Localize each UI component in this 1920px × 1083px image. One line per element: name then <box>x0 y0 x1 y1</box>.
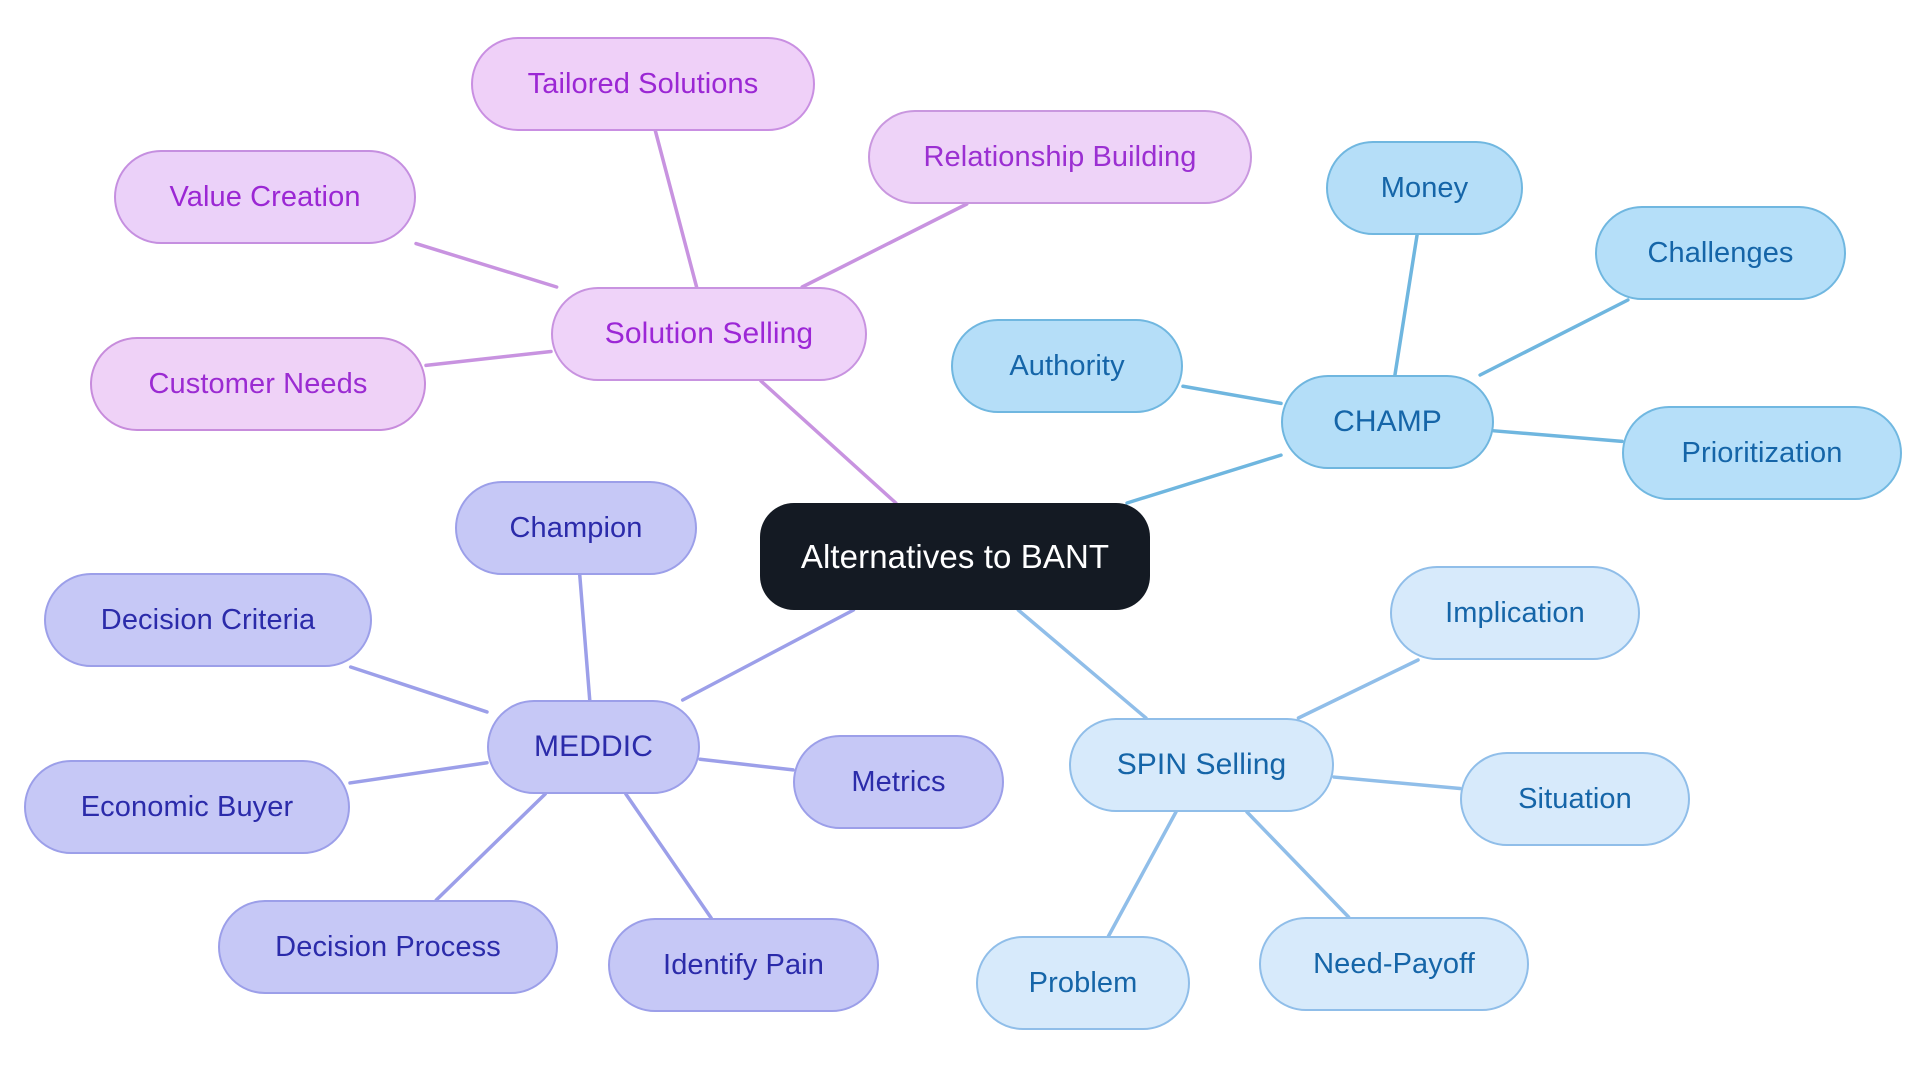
connector-solution-selling-to-relationship-building <box>800 202 969 289</box>
node-label: Customer Needs <box>148 367 368 400</box>
node-label: Solution Selling <box>604 317 814 350</box>
connector-spin-selling-to-problem <box>1106 810 1178 938</box>
node-label: Tailored Solutions <box>527 67 759 100</box>
node-label: MEDDIC <box>534 730 653 763</box>
node-label: Economic Buyer <box>80 790 294 823</box>
node-label: CHAMP <box>1333 405 1442 438</box>
connector-meddic-to-metrics <box>698 757 795 772</box>
connector-solution-selling-to-customer-needs <box>424 349 553 368</box>
mindmap-node-economic-buyer[interactable]: Economic Buyer <box>24 760 350 854</box>
node-label: Champion <box>509 511 643 544</box>
mindmap-node-need-payoff[interactable]: Need-Payoff <box>1259 917 1529 1011</box>
mindmap-node-spin-selling[interactable]: SPIN Selling <box>1069 718 1334 812</box>
node-label: Relationship Building <box>923 140 1197 173</box>
mindmap-node-authority[interactable]: Authority <box>951 319 1183 413</box>
node-label: Decision Process <box>275 930 501 963</box>
mindmap-node-problem[interactable]: Problem <box>976 936 1190 1030</box>
mindmap-node-value-creation[interactable]: Value Creation <box>114 150 416 244</box>
connector-meddic-to-decision-process <box>434 792 547 902</box>
mindmap-node-metrics[interactable]: Metrics <box>793 735 1004 829</box>
node-label: Value Creation <box>169 180 361 213</box>
mindmap-node-tailored-solutions[interactable]: Tailored Solutions <box>471 37 815 131</box>
node-label: Need-Payoff <box>1313 947 1475 980</box>
connector-spin-selling-to-implication <box>1296 658 1420 720</box>
mindmap-node-implication[interactable]: Implication <box>1390 566 1640 660</box>
node-label: SPIN Selling <box>1116 748 1287 781</box>
connector-meddic-to-decision-criteria <box>348 665 489 714</box>
node-label: Challenges <box>1647 236 1794 269</box>
connector-meddic-to-economic-buyer <box>348 760 489 785</box>
node-label: Situation <box>1518 782 1632 815</box>
mindmap-node-customer-needs[interactable]: Customer Needs <box>90 337 426 431</box>
connector-meddic-to-champion <box>578 573 592 702</box>
node-label: Problem <box>1028 966 1138 999</box>
mindmap-node-champion[interactable]: Champion <box>455 481 697 575</box>
connector-spin-selling-to-need-payoff <box>1245 810 1351 919</box>
mindmap-node-root[interactable]: Alternatives to BANT <box>760 503 1150 610</box>
connector-solution-selling-to-tailored-solutions <box>653 129 699 289</box>
connector-champ-to-money <box>1393 233 1419 377</box>
connector-root-to-spin-selling <box>1016 608 1148 720</box>
connector-meddic-to-identify-pain <box>624 792 713 920</box>
mindmap-node-decision-criteria[interactable]: Decision Criteria <box>44 573 372 667</box>
mindmap-node-identify-pain[interactable]: Identify Pain <box>608 918 879 1012</box>
connector-spin-selling-to-situation <box>1332 775 1462 791</box>
mindmap-node-money[interactable]: Money <box>1326 141 1523 235</box>
connector-solution-selling-to-value-creation <box>414 241 559 289</box>
node-label: Authority <box>1009 349 1125 382</box>
node-label: Metrics <box>851 765 946 798</box>
connector-champ-to-authority <box>1181 384 1283 406</box>
node-label: Decision Criteria <box>100 603 316 636</box>
mindmap-node-relationship-building[interactable]: Relationship Building <box>868 110 1252 204</box>
node-label: Prioritization <box>1681 436 1843 469</box>
node-label: Identify Pain <box>663 948 824 981</box>
mindmap-node-solution-selling[interactable]: Solution Selling <box>551 287 867 381</box>
mindmap-canvas: Alternatives to BANT Solution Selling Tail… <box>0 0 1920 1083</box>
node-label: Alternatives to BANT <box>800 537 1110 575</box>
connector-champ-to-challenges <box>1478 298 1630 377</box>
mindmap-node-prioritization[interactable]: Prioritization <box>1622 406 1902 500</box>
mindmap-node-challenges[interactable]: Challenges <box>1595 206 1846 300</box>
connector-champ-to-prioritization <box>1492 429 1624 444</box>
connector-root-to-solution-selling <box>759 379 898 505</box>
mindmap-node-meddic[interactable]: MEDDIC <box>487 700 700 794</box>
mindmap-node-decision-process[interactable]: Decision Process <box>218 900 558 994</box>
node-label: Money <box>1380 171 1469 204</box>
connector-root-to-meddic <box>680 608 856 702</box>
mindmap-node-champ[interactable]: CHAMP <box>1281 375 1494 469</box>
mindmap-node-situation[interactable]: Situation <box>1460 752 1690 846</box>
connector-root-to-champ <box>1125 453 1283 505</box>
node-label: Implication <box>1445 596 1585 629</box>
